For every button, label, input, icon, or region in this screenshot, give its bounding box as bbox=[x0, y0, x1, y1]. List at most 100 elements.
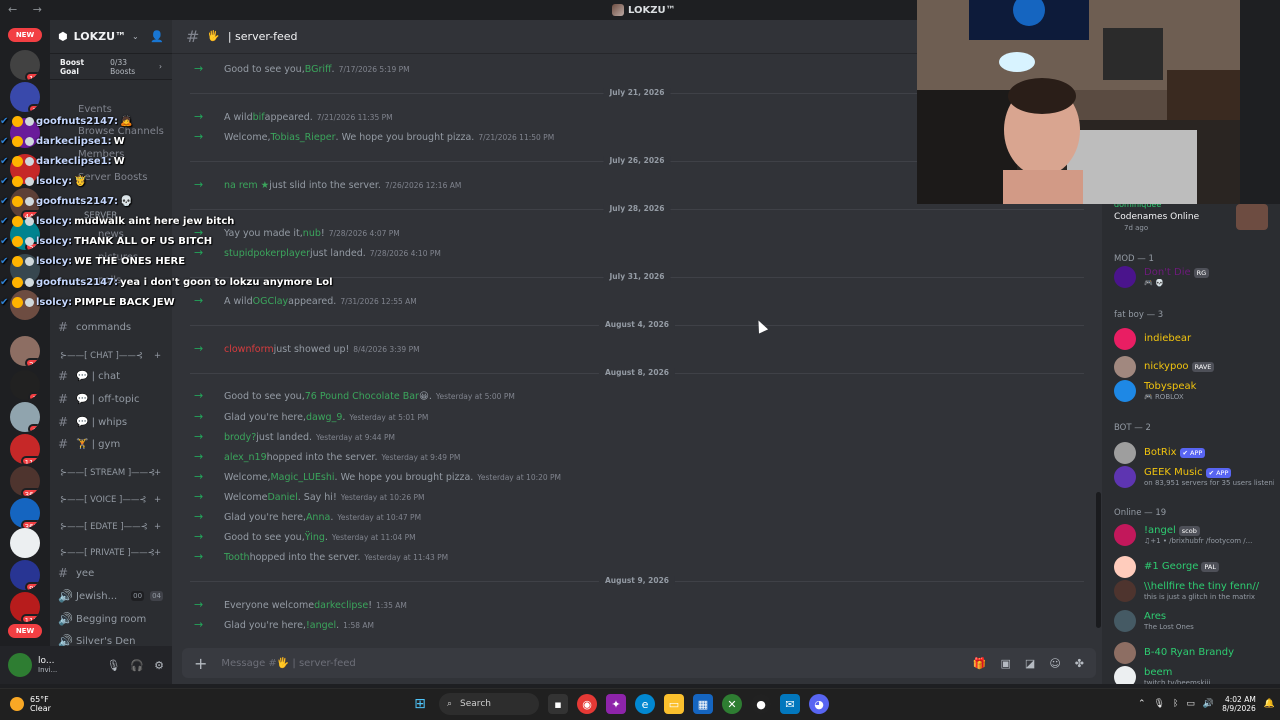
server-icon-2[interactable]: 5 bbox=[10, 82, 40, 112]
member-item[interactable]: GEEK Music ✔ APP on 83,951 servers for 35 … bbox=[1114, 466, 1280, 488]
category-voice[interactable]: ⊱——[ VOICE ]——⊰ + bbox=[60, 495, 161, 505]
message-username[interactable]: OGClay bbox=[253, 296, 289, 307]
message-row[interactable]: → brody? just landed. Yesterday at 9:44 PM bbox=[194, 430, 395, 443]
category-stream[interactable]: ⊱——[ STREAM ]——⊰ + bbox=[60, 468, 161, 478]
message-row[interactable]: → Everyone welcome darkeclipse! 1:35 AM bbox=[194, 598, 407, 611]
message-username[interactable]: alex_n19 bbox=[224, 452, 267, 463]
server-header[interactable]: ⬢ LOKZU™ ⌄ 👤 bbox=[50, 20, 172, 54]
avatar[interactable] bbox=[8, 653, 32, 677]
gif-icon[interactable]: ▣ bbox=[1001, 657, 1011, 670]
member-item[interactable]: BotRix ✔ APP bbox=[1114, 442, 1280, 464]
add-user-icon[interactable]: 👤 bbox=[150, 30, 164, 43]
plus-icon[interactable]: + bbox=[154, 468, 161, 478]
message-username[interactable]: BGriff bbox=[305, 64, 332, 75]
server-icon-1[interactable]: 19 bbox=[10, 50, 40, 80]
bluetooth-icon[interactable]: ᛒ bbox=[1173, 699, 1178, 709]
composer-placeholder[interactable]: Message #🖐 | server-feed bbox=[221, 658, 355, 669]
message-username[interactable]: Magic_LUEshi bbox=[270, 472, 334, 483]
server-icon-16[interactable]: 97 bbox=[10, 560, 40, 590]
category-chat[interactable]: ⊱——[ CHAT ]——⊰ + bbox=[60, 351, 161, 361]
microphone-icon[interactable]: 🎙 bbox=[1154, 699, 1165, 709]
plus-icon[interactable]: + bbox=[154, 495, 161, 505]
voice-channel-begging-room[interactable]: 🔊 Begging room bbox=[58, 612, 146, 626]
message-username[interactable]: Ÿing bbox=[305, 532, 325, 543]
microphone-icon[interactable]: 🎙 bbox=[106, 659, 120, 672]
message-row[interactable]: → Welcome, Tobias_Rieper. We hope you bro… bbox=[194, 130, 554, 143]
windows-start-icon[interactable]: ⊞ bbox=[410, 694, 430, 714]
message-username[interactable]: Tooth bbox=[224, 552, 250, 563]
member-item[interactable]: Don't Die RG 🎮 💀 bbox=[1114, 266, 1280, 288]
channel-chat[interactable]: # 💬 | chat bbox=[58, 369, 120, 383]
server-icon-15[interactable] bbox=[10, 528, 40, 558]
volume-icon[interactable]: 🔊 bbox=[1203, 699, 1214, 709]
gift-icon[interactable]: 🎁 bbox=[973, 657, 987, 670]
copilot-icon[interactable]: ✦ bbox=[606, 694, 626, 714]
boost-goal[interactable]: Boost Goal 0/33 Boosts › bbox=[50, 54, 172, 80]
channel-commands[interactable]: # commands bbox=[58, 320, 131, 334]
plus-icon[interactable]: + bbox=[154, 548, 161, 558]
chevron-up-icon[interactable]: ⌃ bbox=[1138, 699, 1146, 709]
apps-icon[interactable]: ✤ bbox=[1075, 657, 1084, 670]
channel-yee[interactable]: # yee bbox=[58, 566, 94, 580]
member-item[interactable]: indiebear bbox=[1114, 328, 1280, 350]
server-icon-17[interactable]: 117 bbox=[10, 592, 40, 622]
chrome-icon[interactable]: ◉ bbox=[577, 694, 597, 714]
message-composer[interactable]: + Message #🖐 | server-feed 🎁 ▣ ◪ ☺ ✤ bbox=[182, 648, 1096, 678]
message-row[interactable]: → Good to see you, BGriff. 7/17/2026 5:19 … bbox=[194, 62, 410, 75]
scrollbar[interactable] bbox=[1096, 492, 1101, 628]
message-row[interactable]: → Welcome, Magic_LUEshi. We hope you brou… bbox=[194, 470, 561, 483]
message-row[interactable]: → Good to see you, Ÿing. Yesterday at 11:0… bbox=[194, 530, 416, 543]
weather-widget[interactable]: 65°F Clear bbox=[10, 695, 51, 713]
discord-icon[interactable]: ◕ bbox=[809, 694, 829, 714]
outlook-icon[interactable]: ✉ bbox=[780, 694, 800, 714]
member-item[interactable]: B-40 Ryan Brandy bbox=[1114, 642, 1280, 664]
plus-icon[interactable]: + bbox=[154, 522, 161, 532]
server-icon-13[interactable]: 366 bbox=[10, 466, 40, 496]
message-username[interactable]: Anna bbox=[306, 512, 330, 523]
message-username[interactable]: 76 Pound Chocolate Bar bbox=[305, 391, 419, 402]
message-username[interactable]: clownform bbox=[224, 344, 274, 355]
category-private[interactable]: ⊱——[ PRIVATE ]——⊰ + bbox=[60, 548, 161, 558]
network-icon[interactable]: ▭ bbox=[1186, 699, 1195, 709]
emoji-icon[interactable]: ☺ bbox=[1049, 657, 1060, 670]
message-username[interactable]: nub bbox=[303, 228, 321, 239]
message-username[interactable]: brody? bbox=[224, 432, 256, 443]
notification-bell-icon[interactable]: 🔔 bbox=[1264, 699, 1275, 709]
message-username[interactable]: dawg_9 bbox=[306, 412, 342, 423]
server-icon-10[interactable]: 3 bbox=[10, 370, 40, 400]
member-item[interactable]: !angel scob ♫+1 • /brixhubfr /footycom /..… bbox=[1114, 524, 1280, 546]
taskbar-search[interactable]: ⌕ Search bbox=[439, 693, 539, 715]
file-explorer-icon[interactable]: ▭ bbox=[664, 694, 684, 714]
message-username[interactable]: Tobias_Rieper bbox=[270, 132, 335, 143]
message-row[interactable]: → alex_n19 hopped into the server. Yesterd… bbox=[194, 450, 460, 463]
channel-whips[interactable]: # 💬 | whips bbox=[58, 415, 127, 429]
message-row[interactable]: → Glad you're here, dawg_9. Yesterday at 5… bbox=[194, 410, 428, 423]
message-username[interactable]: Daniel bbox=[267, 492, 297, 503]
message-row[interactable]: → clownform just showed up! 8/4/2026 3:39 … bbox=[194, 342, 420, 355]
message-username[interactable]: bif bbox=[253, 112, 265, 123]
obs-icon[interactable]: ● bbox=[751, 694, 771, 714]
member-item[interactable]: \\hellfire the tiny fenn//this is just a… bbox=[1114, 580, 1280, 602]
member-item[interactable]: Ares The Lost Ones bbox=[1114, 610, 1280, 632]
gear-icon[interactable]: ⚙ bbox=[154, 659, 164, 672]
message-row[interactable]: → Welcome Daniel. Say hi! Yesterday at 10:… bbox=[194, 490, 424, 503]
message-row[interactable]: → Glad you're here, Anna. Yesterday at 10:… bbox=[194, 510, 421, 523]
headphones-icon[interactable]: 🎧 bbox=[130, 659, 144, 672]
message-row[interactable]: → Glad you're here, !angel. 1:58 AM bbox=[194, 618, 374, 631]
message-row[interactable]: → Good to see you, 76 Pound Chocolate Bar… bbox=[194, 389, 515, 402]
user-info[interactable]: lo... Invi... bbox=[38, 656, 57, 674]
member-item[interactable]: Tobyspeak 🎮 ROBLOX bbox=[1114, 380, 1280, 402]
channel-off-topic[interactable]: # 💬 | off-topic bbox=[58, 392, 139, 406]
store-icon[interactable]: ▦ bbox=[693, 694, 713, 714]
server-icon-9[interactable]: 20 bbox=[10, 336, 40, 366]
server-icon-11[interactable]: 6 bbox=[10, 402, 40, 432]
sticker-icon[interactable]: ◪ bbox=[1025, 657, 1035, 670]
plus-icon[interactable]: + bbox=[154, 351, 161, 361]
server-icon-12[interactable]: 110 bbox=[10, 434, 40, 464]
category-edate[interactable]: ⊱——[ EDATE ]——⊰ + bbox=[60, 522, 161, 532]
attach-plus-icon[interactable]: + bbox=[194, 654, 207, 673]
voice-channel-silvers-den[interactable]: 🔊 Silver's Den bbox=[58, 634, 135, 646]
message-row[interactable]: → Tooth hopped into the server. Yesterday … bbox=[194, 550, 448, 563]
nav-arrows[interactable]: ← → bbox=[8, 3, 48, 16]
voice-channel-jewish[interactable]: 🔊 Jewish... 00 04 bbox=[58, 589, 163, 603]
